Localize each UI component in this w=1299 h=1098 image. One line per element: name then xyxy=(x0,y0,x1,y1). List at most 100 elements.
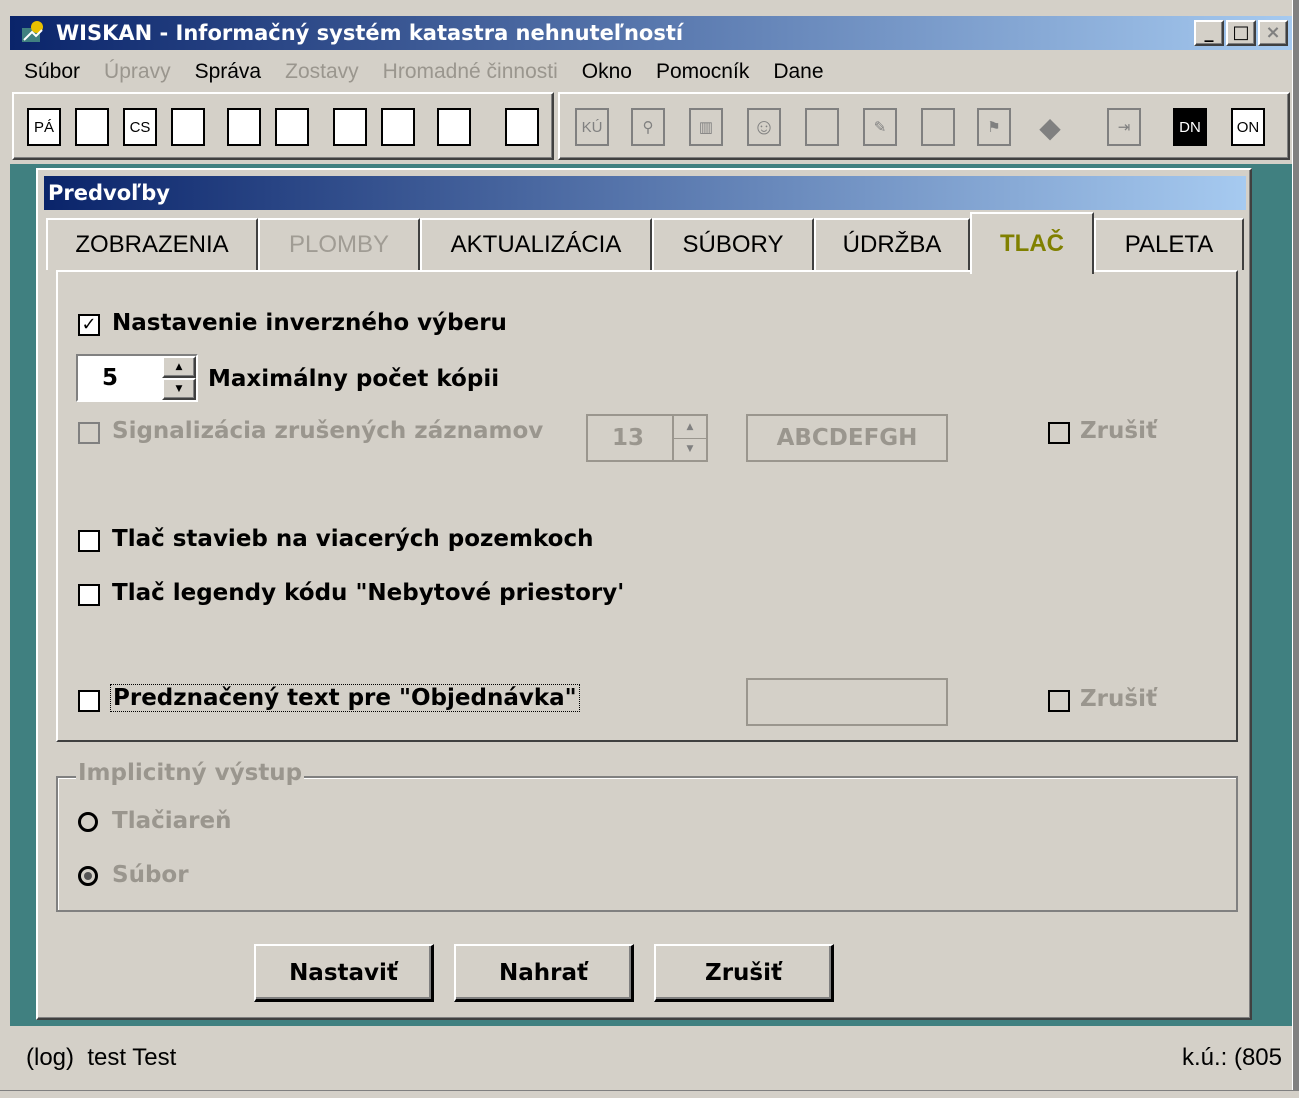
max-copies-spinner[interactable]: 5 ▲ ▼ xyxy=(76,354,198,402)
preprinted-text-checkbox[interactable] xyxy=(78,690,100,712)
signal-deleted-cancel-checkbox[interactable] xyxy=(1048,422,1070,444)
toolbar-pa-button[interactable]: PÁ xyxy=(20,102,68,152)
toolbar-doc-button[interactable] xyxy=(430,102,478,152)
toolbar-exit-button[interactable]: ⇥ xyxy=(1100,102,1148,152)
maximize-button[interactable]: □ xyxy=(1226,20,1256,46)
spin-up-icon[interactable]: ▲ xyxy=(674,416,706,439)
set-button[interactable]: Nastaviť xyxy=(254,944,434,1002)
toolbar-doc-button[interactable] xyxy=(498,102,546,152)
preprinted-text-label: Predznačený text pre "Objednávka" xyxy=(110,684,580,712)
document-pa-icon: PÁ xyxy=(27,108,61,146)
document-icon xyxy=(171,108,205,146)
spin-down-icon[interactable]: ▼ xyxy=(674,438,706,460)
flag-icon: ⚑ xyxy=(977,108,1011,146)
document-icon xyxy=(75,108,109,146)
toolbar-doc-button[interactable] xyxy=(164,102,212,152)
toolbar-smiley-button[interactable]: ☺ xyxy=(740,102,788,152)
radio-printer[interactable] xyxy=(78,812,98,832)
load-button[interactable]: Nahrať xyxy=(454,944,634,1002)
toolbar-diamond-button[interactable]: ◆ xyxy=(1026,102,1074,152)
spin-down-icon[interactable]: ▼ xyxy=(162,378,196,400)
toolbar-doc-button[interactable] xyxy=(268,102,316,152)
document-icon xyxy=(333,108,367,146)
toolbar-doc-button[interactable] xyxy=(326,102,374,152)
document-icon xyxy=(437,108,471,146)
document-on-icon: ON xyxy=(1231,108,1265,146)
radio-selected-dot xyxy=(84,872,92,880)
toolbar-on-button[interactable]: ON xyxy=(1224,102,1272,152)
status-user: (log) test Test xyxy=(26,1044,177,1071)
document-icon xyxy=(505,108,539,146)
tab-tlac[interactable]: TLAČ xyxy=(970,212,1094,274)
toolbar-book-button[interactable] xyxy=(798,102,846,152)
signal-deleted-cancel-label: Zrušiť xyxy=(1080,418,1157,444)
document-icon xyxy=(275,108,309,146)
print-buildings-checkbox[interactable] xyxy=(78,530,100,552)
tab-aktualizacia[interactable]: AKTUALIZÁCIA xyxy=(420,218,652,270)
print-legend-checkbox[interactable] xyxy=(78,584,100,606)
toolbar-cs-button[interactable]: CS xyxy=(116,102,164,152)
toolbar-group-right: KÚ ⚲ ▥ ☺ ✎ ⚑ ◆ ⇥ DN ON xyxy=(558,92,1290,160)
diamond-icon: ◆ xyxy=(1039,111,1061,143)
output-groupbox-legend: Implicitný výstup xyxy=(76,760,305,786)
menu-sprava[interactable]: Správa xyxy=(195,60,262,84)
menu-dane[interactable]: Dane xyxy=(773,60,823,84)
spinner-arrows: ▲ ▼ xyxy=(672,416,706,460)
document-icon xyxy=(381,108,415,146)
menu-subor[interactable]: Súbor xyxy=(24,60,80,84)
window-titlebar[interactable]: WISKAN - Informačný systém katastra nehn… xyxy=(10,16,1292,50)
toolbar-edit-button[interactable]: ✎ xyxy=(856,102,904,152)
close-button[interactable]: × xyxy=(1258,20,1288,46)
document-icon xyxy=(227,108,261,146)
signal-deleted-label: Signalizácia zrušených záznamov xyxy=(112,418,544,444)
output-groupbox xyxy=(56,776,1238,912)
menu-pomocnik[interactable]: Pomocník xyxy=(656,60,749,84)
preprinted-cancel-checkbox[interactable] xyxy=(1048,690,1070,712)
document-ku-icon: KÚ xyxy=(575,108,609,146)
toolbar-doc-button[interactable] xyxy=(68,102,116,152)
toolbar-flag-button[interactable]: ⚑ xyxy=(970,102,1018,152)
toolbar-ku-button[interactable]: KÚ xyxy=(568,102,616,152)
tab-panel-tlac xyxy=(56,270,1238,742)
signal-deleted-spin-value[interactable]: 13 xyxy=(588,416,672,460)
trash-icon: ▥ xyxy=(689,108,723,146)
signal-deleted-checkbox[interactable] xyxy=(78,422,100,444)
tab-subory[interactable]: SÚBORY xyxy=(652,218,814,270)
status-cadastral-area: k.ú.: (805 xyxy=(1181,1044,1282,1071)
tab-zobrazenia[interactable]: ZOBRAZENIA xyxy=(46,218,258,270)
toolbar-doc-button[interactable] xyxy=(374,102,422,152)
toolbar-book2-button[interactable] xyxy=(914,102,962,152)
app-icon xyxy=(20,20,46,46)
book-icon xyxy=(805,108,839,146)
cancel-button[interactable]: Zrušiť xyxy=(654,944,834,1002)
tab-paleta[interactable]: PALETA xyxy=(1094,218,1244,270)
radio-file[interactable] xyxy=(78,866,98,886)
spin-up-icon[interactable]: ▲ xyxy=(162,356,196,378)
tab-udrzba[interactable]: ÚDRŽBA xyxy=(814,218,970,270)
signal-deleted-text-field[interactable]: ABCDEFGH xyxy=(746,414,948,462)
signal-deleted-spinner[interactable]: 13 ▲ ▼ xyxy=(586,414,708,462)
menu-zostavy[interactable]: Zostavy xyxy=(285,60,359,84)
toolbar-dn-button[interactable]: DN xyxy=(1166,102,1214,152)
max-copies-value[interactable]: 5 xyxy=(78,356,162,400)
smiley-icon: ☺ xyxy=(747,108,781,146)
toolbar: PÁ CS KÚ ⚲ ▥ ☺ ✎ ⚑ ◆ ⇥ DN ON xyxy=(12,92,1292,160)
minimize-button[interactable]: _ xyxy=(1194,20,1224,46)
exit-door-icon: ⇥ xyxy=(1107,108,1141,146)
pin-icon: ⚲ xyxy=(631,108,665,146)
tab-plomby[interactable]: PLOMBY xyxy=(258,218,420,270)
book-icon xyxy=(921,108,955,146)
menu-upravy[interactable]: Úpravy xyxy=(104,60,171,84)
toolbar-pin-button[interactable]: ⚲ xyxy=(624,102,672,152)
dialog-title[interactable]: Predvoľby xyxy=(44,176,1246,210)
inverse-selection-checkbox[interactable]: ✓ xyxy=(78,314,100,336)
toolbar-trash-button[interactable]: ▥ xyxy=(682,102,730,152)
spinner-arrows: ▲ ▼ xyxy=(162,356,196,400)
menu-hromadne-cinnosti[interactable]: Hromadné činnosti xyxy=(383,60,558,84)
menu-okno[interactable]: Okno xyxy=(582,60,632,84)
max-copies-label: Maximálny počet kópii xyxy=(208,366,500,392)
toolbar-doc-button[interactable] xyxy=(220,102,268,152)
toolbar-group-left: PÁ CS xyxy=(12,92,554,160)
preprinted-text-field[interactable] xyxy=(746,678,948,726)
status-bar: (log) test Test k.ú.: (805 xyxy=(10,1030,1292,1086)
